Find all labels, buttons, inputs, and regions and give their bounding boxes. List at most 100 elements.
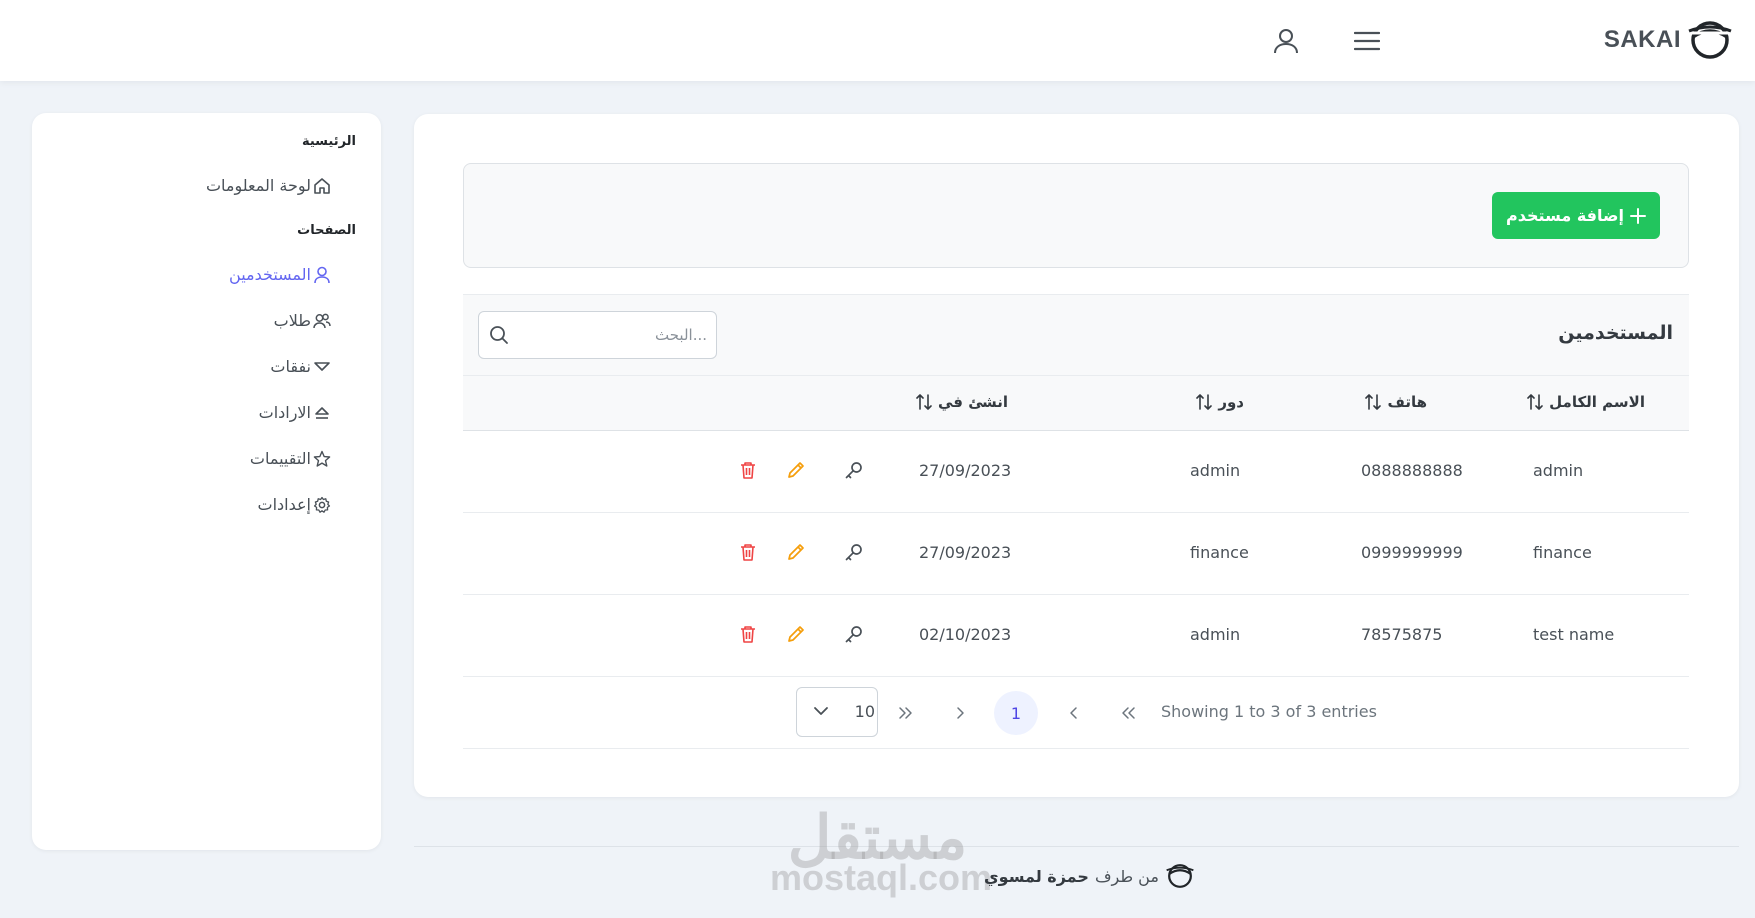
sidebar-item-label: الارادات [258,403,311,422]
delete-button[interactable] [737,541,759,563]
prev-page-button[interactable] [1052,691,1096,735]
password-key-button[interactable] [843,459,865,481]
add-user-label: إضافة مستخدم [1506,206,1624,225]
eject-icon [313,404,331,422]
table-row: admin 0888888888 admin 27/09/2023 [463,431,1689,513]
trash-icon [738,542,758,562]
cell-phone: 78575875 [1361,625,1443,644]
pencil-icon [786,624,806,644]
first-page-button[interactable] [1106,691,1150,735]
column-header-label: دور [1218,393,1244,411]
chevron-down-icon [813,705,829,717]
paginator: Showing 1 to 3 of 3 entries 1 10 [463,677,1689,749]
rows-per-page-dropdown[interactable]: 10 [796,687,878,737]
edit-button[interactable] [785,623,807,645]
double-chevron-left-icon [1120,706,1136,720]
sidebar-item-ratings[interactable]: التقييمات [250,449,331,468]
sidebar-item-label: طلاب [273,311,311,330]
double-chevron-right-icon [898,706,914,720]
page-button-current[interactable]: 1 [994,691,1038,735]
user-icon [313,266,331,284]
cell-role: admin [1190,461,1241,480]
plus-icon [1629,207,1646,224]
sidebar-item-label: المستخدمين [229,265,311,284]
cell-fullname: test name [1533,625,1615,644]
edit-button[interactable] [785,459,807,481]
column-header-role[interactable]: دور [1196,393,1244,411]
search-icon [489,325,509,345]
table-row: finance 0999999999 finance 27/09/2023 [463,513,1689,595]
footer: من طرف حمزة لمسوي [984,862,1195,890]
user-icon [1273,28,1299,54]
sort-icon [1527,393,1543,411]
footer-by: من طرف [1094,866,1159,886]
sidebar-item-dashboard[interactable]: لوحة المعلومات [206,176,331,195]
column-header-created[interactable]: انشئ في [916,393,1008,411]
users-icon [313,312,331,330]
cell-role: admin [1190,625,1241,644]
chevron-left-icon [1068,706,1080,720]
app-logo[interactable]: SAKAI [1604,16,1733,64]
column-header-label: انشئ في [937,393,1008,411]
users-card: إضافة مستخدم المستخدمين الاسم الكامل هات… [414,114,1739,797]
cog-icon [313,496,331,514]
toolbar: إضافة مستخدم [463,163,1689,268]
password-key-button[interactable] [843,623,865,645]
trash-icon [738,624,758,644]
footer-logo-icon [1165,862,1195,890]
chevron-right-icon [954,706,966,720]
cell-created: 27/09/2023 [919,461,1012,480]
sidebar-item-label: نفقات [270,357,311,376]
table-caption: المستخدمين [463,294,1689,376]
sidebar-item-users[interactable]: المستخدمين [229,265,331,284]
menu-toggle-button[interactable] [1349,23,1385,59]
cell-phone: 0888888888 [1361,461,1463,480]
sidebar-item-settings[interactable]: إعدادات [258,495,331,514]
password-key-button[interactable] [843,541,865,563]
app-name: SAKAI [1603,26,1681,53]
search-field[interactable] [478,311,717,359]
sort-icon [1365,393,1382,411]
column-header-label: الاسم الكامل [1549,393,1645,411]
sort-icon [1196,393,1213,411]
column-header-label: هاتف [1387,393,1427,411]
cell-role: finance [1190,543,1249,562]
last-page-button[interactable] [884,691,928,735]
topbar: SAKAI [0,0,1755,81]
table-header-row: الاسم الكامل هاتف دور انشئ في [463,376,1689,431]
sidebar-item-revenues[interactable]: الارادات [259,403,331,422]
home-icon [313,177,331,195]
next-page-button[interactable] [938,691,982,735]
cell-fullname: admin [1533,461,1584,480]
trash-icon [738,460,758,480]
key-icon [844,624,864,644]
footer-author: حمزة لمسوي [984,866,1089,886]
sidebar-item-expenses[interactable]: نفقات [270,357,331,376]
edit-button[interactable] [785,541,807,563]
pencil-icon [786,542,806,562]
watermark-latin: mostaql.com [770,857,993,898]
key-icon [844,460,864,480]
column-header-phone[interactable]: هاتف [1365,393,1427,411]
delete-button[interactable] [737,623,759,645]
chevron-down-icon [313,358,331,376]
sidebar-item-label: لوحة المعلومات [205,176,311,195]
add-user-button[interactable]: إضافة مستخدم [1492,192,1660,239]
sidebar-item-label: التقييمات [249,449,311,468]
key-icon [844,542,864,562]
cell-fullname: finance [1533,543,1592,562]
profile-button[interactable] [1268,23,1304,59]
sidebar-section-pages: الصفحات [297,223,356,238]
footer-divider [414,846,1739,847]
delete-button[interactable] [737,459,759,481]
column-header-fullname[interactable]: الاسم الكامل [1527,393,1645,411]
cell-phone: 0999999999 [1361,543,1463,562]
star-icon [313,450,331,468]
table-title: المستخدمين [1558,322,1673,344]
search-input[interactable] [517,312,707,358]
cell-created: 02/10/2023 [919,625,1012,644]
sidebar-item-students[interactable]: طلاب [274,311,331,330]
sort-icon [916,393,932,411]
hamburger-icon [1354,31,1380,51]
pencil-icon [786,460,806,480]
